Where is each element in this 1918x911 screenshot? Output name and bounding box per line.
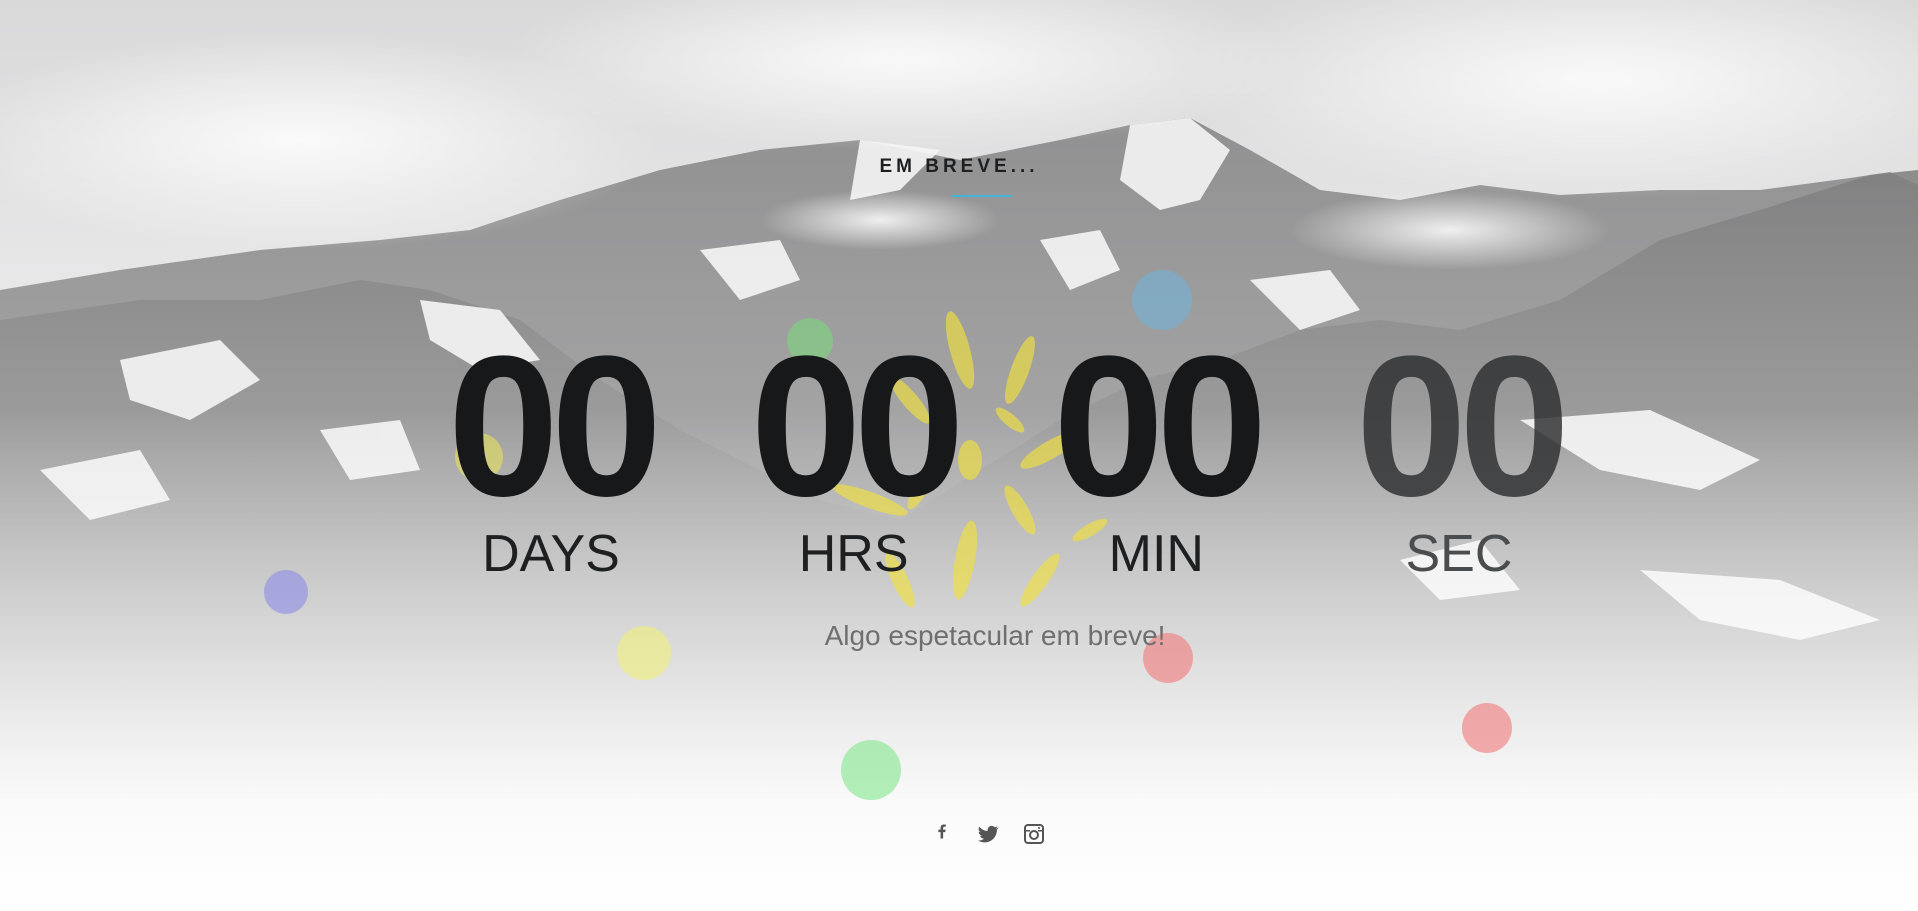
countdown-hours-value: 00 xyxy=(750,315,964,538)
countdown-timer: 00 DAYS 00 HRS 00 MIN 00 SEC xyxy=(420,315,1590,584)
countdown-seconds: 00 SEC xyxy=(1328,315,1590,584)
countdown-minutes: 00 MIN xyxy=(1025,315,1287,584)
countdown-minutes-value: 00 xyxy=(1053,315,1267,538)
title-underline xyxy=(952,195,1012,197)
facebook-icon[interactable] xyxy=(930,822,954,846)
countdown-days: 00 DAYS xyxy=(420,315,682,584)
page-title: EM BREVE... xyxy=(879,156,1039,177)
twitter-icon[interactable] xyxy=(976,822,1000,846)
social-links xyxy=(930,822,1046,846)
coming-soon-page: EM BREVE... 00 DAYS 00 HRS 00 MIN 00 SEC… xyxy=(0,0,1918,911)
countdown-hours: 00 HRS xyxy=(723,315,985,584)
countdown-seconds-value: 00 xyxy=(1355,315,1570,538)
tagline: Algo espetacular em breve! xyxy=(824,620,1166,651)
countdown-days-value: 00 xyxy=(447,315,662,538)
instagram-icon[interactable] xyxy=(1022,822,1046,846)
